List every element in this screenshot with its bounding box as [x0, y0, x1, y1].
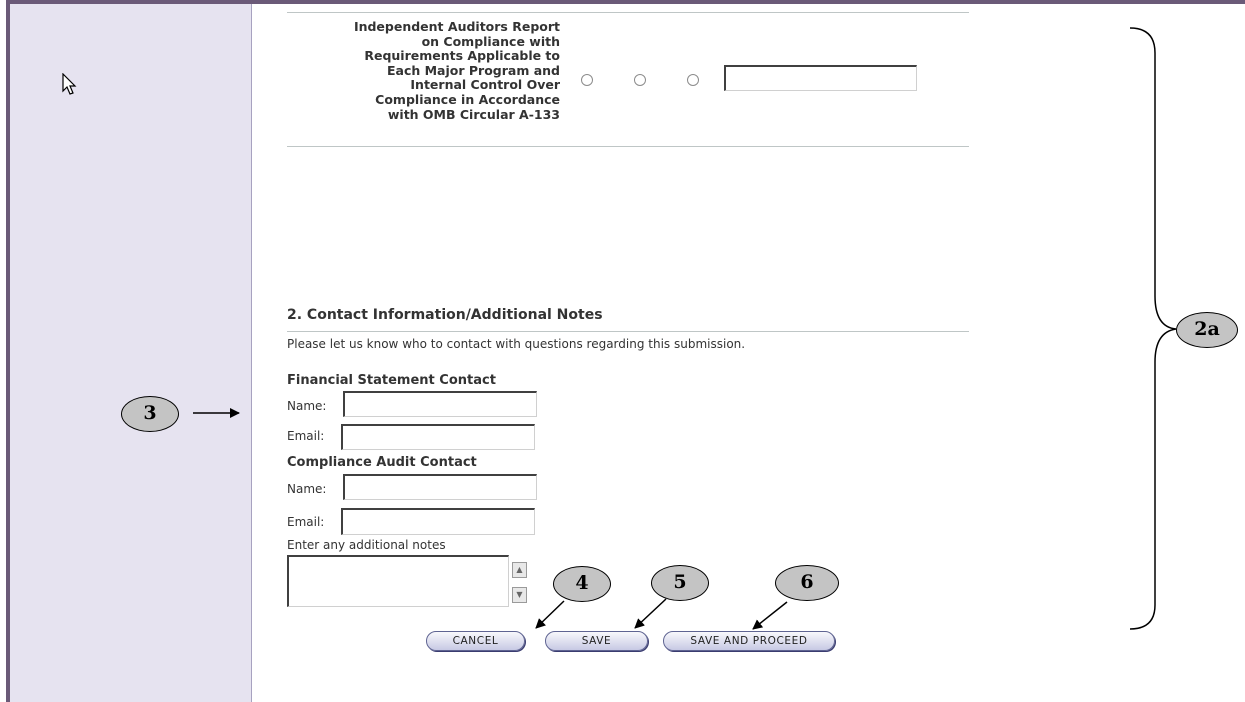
callout-2a: 2a	[1176, 312, 1238, 348]
callout-4: 4	[553, 566, 611, 602]
section-brace	[1129, 27, 1177, 630]
callout-3: 3	[121, 396, 179, 432]
callout-5-arrow	[634, 598, 667, 629]
annotation-overlay	[193, 27, 1177, 630]
callout-4-arrow	[535, 600, 565, 629]
callout-6-arrow	[752, 601, 788, 630]
callout-6: 6	[775, 565, 839, 601]
callout-5: 5	[651, 565, 709, 601]
